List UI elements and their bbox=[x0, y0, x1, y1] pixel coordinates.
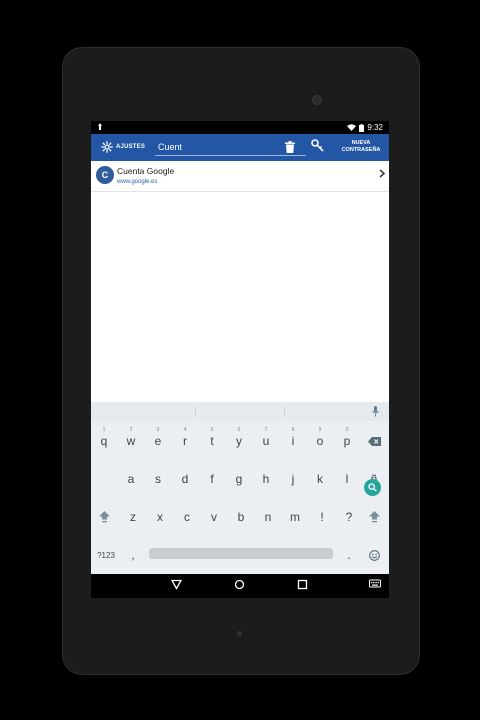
shift-key-right[interactable] bbox=[363, 500, 385, 530]
key-g[interactable]: g bbox=[228, 462, 250, 492]
app-bar: AJUSTES + NUEVA CONTRASEÑA bbox=[91, 134, 389, 161]
item-url: www.google.es bbox=[117, 179, 158, 185]
key-j[interactable]: j bbox=[282, 462, 304, 492]
key-m[interactable]: m bbox=[284, 500, 306, 530]
avatar: C bbox=[96, 166, 114, 184]
device-screen: 9:32 AJUSTES Cuent + NUEVA CONTRASEÑA C … bbox=[91, 121, 389, 598]
key-o[interactable]: 9o bbox=[309, 424, 331, 454]
key-exclamation[interactable]: ! bbox=[311, 500, 333, 530]
key-i[interactable]: 8i bbox=[282, 424, 304, 454]
backspace-icon bbox=[367, 436, 381, 446]
shift-icon bbox=[368, 511, 380, 523]
generate-password-button[interactable]: + bbox=[311, 139, 327, 155]
battery-icon bbox=[359, 123, 365, 132]
key-t[interactable]: 5t bbox=[201, 424, 223, 454]
wifi-icon bbox=[347, 124, 357, 131]
gear-icon bbox=[101, 141, 113, 153]
key-v[interactable]: v bbox=[203, 500, 225, 530]
key-backspace[interactable] bbox=[363, 424, 385, 454]
front-sensor bbox=[237, 631, 242, 636]
key-k[interactable]: k bbox=[309, 462, 331, 492]
delete-button[interactable] bbox=[285, 140, 299, 156]
status-icons: 9:32 bbox=[347, 123, 383, 132]
key-l[interactable]: l bbox=[336, 462, 358, 492]
list-item[interactable]: C Cuenta Google www.google.es bbox=[91, 161, 389, 192]
new-password-label-line2: CONTRASEÑA bbox=[341, 147, 381, 153]
emoji-key[interactable] bbox=[363, 538, 385, 568]
key-n[interactable]: n bbox=[257, 500, 279, 530]
status-time: 9:32 bbox=[367, 123, 383, 132]
search-field bbox=[155, 138, 306, 157]
key-w[interactable]: 2w bbox=[120, 424, 142, 454]
key-e[interactable]: 3e bbox=[147, 424, 169, 454]
settings-button[interactable]: AJUSTES bbox=[101, 138, 145, 156]
item-title: Cuenta Google bbox=[117, 166, 175, 176]
key-q[interactable]: 1q bbox=[93, 424, 115, 454]
back-icon[interactable] bbox=[171, 579, 182, 590]
key-icon: + bbox=[311, 139, 325, 155]
suggestion-bar bbox=[91, 402, 389, 421]
shift-icon bbox=[98, 511, 110, 523]
search-input[interactable] bbox=[155, 138, 306, 156]
key-d[interactable]: d bbox=[174, 462, 196, 492]
key-y[interactable]: 6y bbox=[228, 424, 250, 454]
result-list: C Cuenta Google www.google.es bbox=[91, 161, 389, 192]
shift-key-left[interactable] bbox=[93, 500, 115, 530]
on-screen-keyboard: 1q 2w 3e 4r 5t 6y 7u 8i 9o 0p a s d f g … bbox=[91, 402, 389, 574]
key-f[interactable]: f bbox=[201, 462, 223, 492]
front-camera bbox=[312, 95, 322, 105]
microphone-icon[interactable] bbox=[372, 406, 379, 417]
search-key[interactable] bbox=[364, 479, 381, 496]
chevron-right-icon bbox=[379, 169, 385, 178]
status-bar: 9:32 bbox=[91, 121, 389, 134]
key-a[interactable]: a bbox=[120, 462, 142, 492]
key-s[interactable]: s bbox=[147, 462, 169, 492]
keyboard-switch-icon[interactable] bbox=[369, 579, 381, 589]
svg-text:+: + bbox=[321, 149, 325, 153]
suggestion-divider bbox=[195, 407, 196, 417]
home-icon[interactable] bbox=[234, 579, 245, 590]
space-key[interactable] bbox=[149, 548, 333, 559]
key-x[interactable]: x bbox=[149, 500, 171, 530]
symbols-key[interactable]: ?123 bbox=[93, 538, 119, 568]
key-z[interactable]: z bbox=[122, 500, 144, 530]
new-password-label-line1: NUEVA bbox=[351, 140, 371, 146]
notification-icon bbox=[97, 123, 103, 131]
trash-icon bbox=[285, 141, 295, 153]
key-u[interactable]: 7u bbox=[255, 424, 277, 454]
key-p[interactable]: 0p bbox=[336, 424, 358, 454]
key-r[interactable]: 4r bbox=[174, 424, 196, 454]
key-comma[interactable]: , bbox=[122, 538, 144, 568]
key-h[interactable]: h bbox=[255, 462, 277, 492]
new-password-button[interactable]: NUEVA CONTRASEÑA bbox=[335, 140, 387, 154]
search-icon bbox=[368, 483, 377, 492]
emoji-icon bbox=[368, 549, 380, 561]
key-period[interactable]: . bbox=[338, 538, 360, 568]
suggestion-divider bbox=[284, 407, 285, 417]
recent-apps-icon[interactable] bbox=[297, 579, 308, 590]
key-c[interactable]: c bbox=[176, 500, 198, 530]
settings-label: AJUSTES bbox=[116, 144, 146, 150]
navigation-bar bbox=[91, 574, 389, 598]
key-question[interactable]: ? bbox=[338, 500, 360, 530]
key-b[interactable]: b bbox=[230, 500, 252, 530]
